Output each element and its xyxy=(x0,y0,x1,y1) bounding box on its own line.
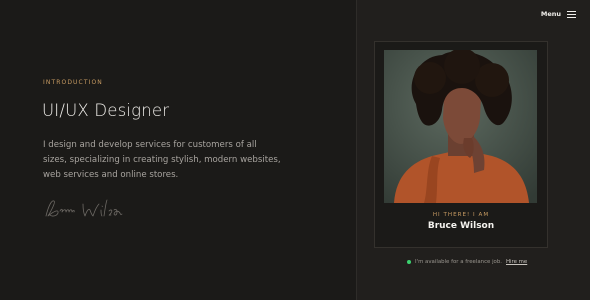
card-name: Bruce Wilson xyxy=(427,221,495,231)
section-divider xyxy=(356,0,357,300)
menu-button[interactable]: Menu xyxy=(541,10,576,18)
card-greeting: HI THERE! I AM xyxy=(432,212,490,218)
signature-image xyxy=(45,199,123,217)
hire-me-link[interactable]: Hire me xyxy=(506,259,527,265)
profile-photo xyxy=(384,50,537,203)
hamburger-icon xyxy=(567,10,576,18)
page-title: UI/UX Designer xyxy=(42,101,170,120)
profile-card: HI THERE! I AM Bruce Wilson xyxy=(374,41,548,248)
intro-description: I design and develop services for custom… xyxy=(43,140,281,180)
intro-eyebrow: INTRODUCTION xyxy=(43,79,103,86)
availability-status: I'm available for a freelance job. Hire … xyxy=(407,259,527,265)
status-dot-icon xyxy=(407,260,411,264)
menu-label: Menu xyxy=(540,10,561,18)
availability-text: I'm available for a freelance job. xyxy=(415,259,502,265)
